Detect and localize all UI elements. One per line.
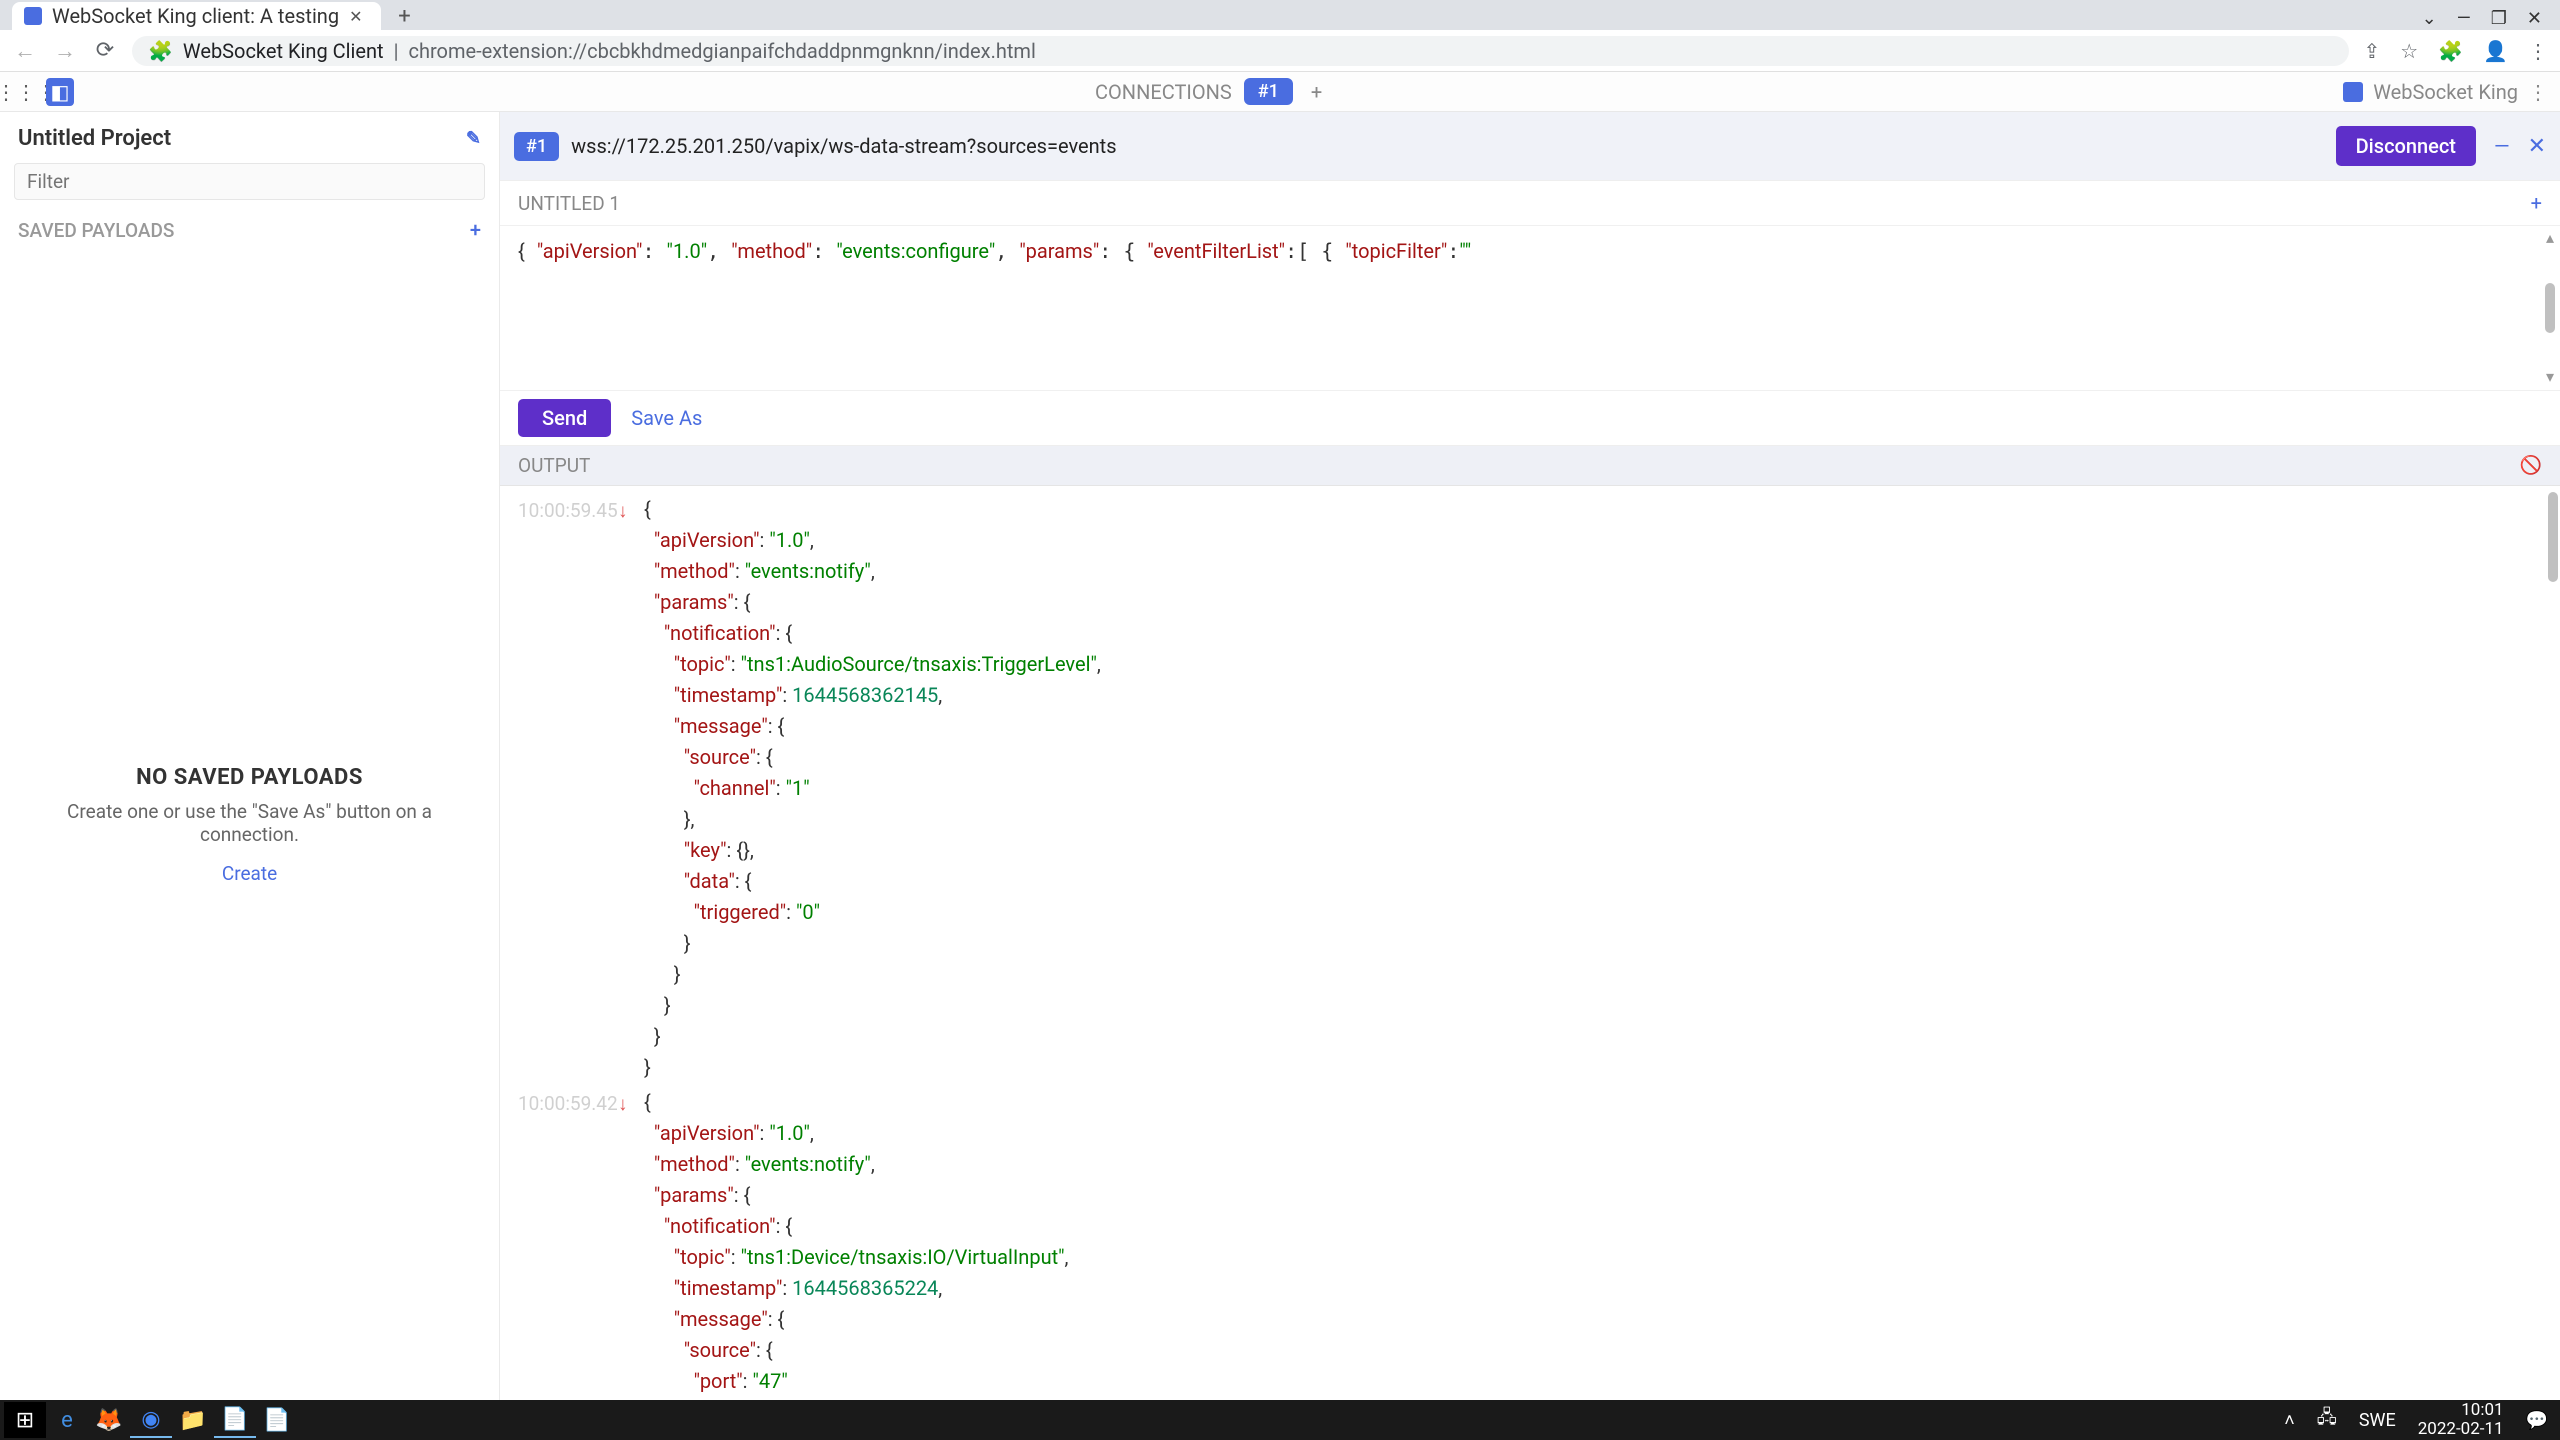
firefox-icon[interactable]: 🦊 bbox=[88, 1402, 130, 1438]
chevron-down-icon[interactable]: ⌄ bbox=[2422, 8, 2437, 29]
profile-icon[interactable]: 👤 bbox=[2483, 39, 2508, 63]
extensions-icon[interactable]: 🧩 bbox=[2438, 39, 2463, 63]
start-button[interactable]: ⊞ bbox=[4, 1402, 46, 1438]
maximize-icon[interactable]: ❐ bbox=[2491, 8, 2507, 29]
connections-label: CONNECTIONS bbox=[1095, 80, 1232, 104]
connection-row: #1 Disconnect — ✕ bbox=[500, 112, 2560, 181]
connection-badge[interactable]: #1 bbox=[514, 132, 559, 161]
address-separator: | bbox=[394, 39, 399, 63]
share-icon[interactable]: ⇪ bbox=[2363, 39, 2380, 63]
window-controls: ⌄ — ❐ ✕ bbox=[2408, 2, 2556, 35]
browser-chrome: WebSocket King client: A testing ✕ + ← →… bbox=[0, 0, 2560, 72]
clock-time: 10:01 bbox=[2418, 1401, 2504, 1420]
save-as-link[interactable]: Save As bbox=[631, 406, 702, 430]
empty-state: NO SAVED PAYLOADS Create one or use the … bbox=[0, 250, 499, 1400]
minimize-icon[interactable]: — bbox=[2457, 8, 2471, 29]
disconnect-button[interactable]: Disconnect bbox=[2336, 126, 2476, 166]
empty-title: NO SAVED PAYLOADS bbox=[136, 765, 363, 790]
output-label: OUTPUT bbox=[518, 454, 590, 477]
output-scrollbar[interactable] bbox=[2548, 492, 2558, 582]
notepad2-icon[interactable]: 📄 bbox=[256, 1402, 298, 1438]
edit-project-icon[interactable]: ✎ bbox=[466, 128, 481, 149]
project-title: Untitled Project bbox=[18, 126, 171, 151]
close-connection-icon[interactable]: ✕ bbox=[2528, 134, 2546, 159]
app-right: WebSocket King ⋮ bbox=[2343, 80, 2548, 104]
payload-header: UNTITLED 1 + bbox=[500, 181, 2560, 226]
tab-bar: WebSocket King client: A testing ✕ + bbox=[0, 0, 2560, 30]
taskbar: ⊞ e 🦊 ◉ 📁 📄 📄 ˄ 🖧 SWE 10:01 2022-02-11 💬 bbox=[0, 1400, 2560, 1440]
create-payload-link[interactable]: Create bbox=[222, 862, 277, 885]
ws-url-input[interactable] bbox=[571, 134, 2324, 158]
edge-icon[interactable]: e bbox=[46, 1402, 88, 1438]
output[interactable]: 10:00:59.45↓{ "apiVersion": "1.0", "meth… bbox=[500, 486, 2560, 1400]
favicon-icon bbox=[24, 7, 42, 25]
add-payload-tab-button[interactable]: + bbox=[2531, 191, 2542, 215]
add-connection-button[interactable]: + bbox=[1305, 80, 1328, 104]
brand-icon bbox=[2343, 82, 2363, 102]
sidebar-toggle-icon[interactable]: ◧ bbox=[46, 78, 74, 106]
address-path: chrome-extension://cbcbkhdmedgianpaifchd… bbox=[408, 39, 1035, 63]
forward-icon[interactable]: → bbox=[52, 38, 78, 64]
tab-close-icon[interactable]: ✕ bbox=[349, 7, 362, 26]
tab-title: WebSocket King client: A testing bbox=[52, 4, 339, 28]
payload-title: UNTITLED 1 bbox=[518, 192, 620, 215]
message-body: { "apiVersion": "1.0", "method": "events… bbox=[644, 1087, 1068, 1400]
file-explorer-icon[interactable]: 📁 bbox=[172, 1402, 214, 1438]
saved-payloads-header: SAVED PAYLOADS + bbox=[0, 210, 499, 250]
app-center: CONNECTIONS #1 + bbox=[80, 78, 2343, 105]
main: Untitled Project ✎ SAVED PAYLOADS + NO S… bbox=[0, 112, 2560, 1400]
minimize-panel-icon[interactable]: — bbox=[2494, 134, 2510, 158]
star-icon[interactable]: ☆ bbox=[2400, 39, 2418, 63]
extension-icon: 🧩 bbox=[148, 39, 173, 63]
output-message: 10:00:59.42↓{ "apiVersion": "1.0", "meth… bbox=[500, 1085, 2560, 1400]
message-timestamp: 10:00:59.42 bbox=[518, 1087, 618, 1118]
tray-chevron-icon[interactable]: ˄ bbox=[2284, 1410, 2295, 1431]
app-bar: ⋮⋮⋮ ◧ CONNECTIONS #1 + WebSocket King ⋮ bbox=[0, 72, 2560, 112]
clear-output-icon[interactable]: 🚫 bbox=[2520, 455, 2542, 476]
editor-scrollbar[interactable]: ▴▾ bbox=[2542, 226, 2558, 390]
brand-menu-icon[interactable]: ⋮ bbox=[2528, 80, 2548, 104]
browser-tab[interactable]: WebSocket King client: A testing ✕ bbox=[12, 2, 381, 30]
filter-input[interactable] bbox=[14, 163, 485, 200]
empty-subtitle: Create one or use the "Save As" button o… bbox=[40, 800, 459, 846]
filter-box bbox=[14, 163, 485, 200]
chrome-icon[interactable]: ◉ bbox=[130, 1402, 172, 1438]
clock-date: 2022-02-11 bbox=[2418, 1420, 2504, 1439]
incoming-arrow-icon: ↓ bbox=[618, 1087, 644, 1118]
payload-editor[interactable]: { "apiVersion": "1.0", "method": "events… bbox=[500, 226, 2560, 391]
menu-icon[interactable]: ⋮ bbox=[2528, 39, 2548, 63]
address-origin: WebSocket King Client bbox=[183, 39, 384, 63]
new-tab-button[interactable]: + bbox=[391, 2, 419, 30]
add-payload-button[interactable]: + bbox=[470, 218, 481, 242]
language-indicator[interactable]: SWE bbox=[2359, 1410, 2396, 1431]
message-timestamp: 10:00:59.45 bbox=[518, 494, 618, 525]
message-body: { "apiVersion": "1.0", "method": "events… bbox=[644, 494, 1101, 1083]
notepad-icon[interactable]: 📄 bbox=[214, 1402, 256, 1438]
reload-icon[interactable]: ⟳ bbox=[92, 38, 118, 64]
taskbar-right: ˄ 🖧 SWE 10:01 2022-02-11 💬 bbox=[2284, 1401, 2556, 1438]
network-icon[interactable]: 🖧 bbox=[2317, 1405, 2337, 1435]
back-icon[interactable]: ← bbox=[12, 38, 38, 64]
close-window-icon[interactable]: ✕ bbox=[2527, 8, 2542, 29]
address-bar[interactable]: 🧩 WebSocket King Client | chrome-extensi… bbox=[132, 36, 2349, 66]
project-header: Untitled Project ✎ bbox=[0, 112, 499, 159]
output-message: 10:00:59.45↓{ "apiVersion": "1.0", "meth… bbox=[500, 492, 2560, 1085]
address-bar-row: ← → ⟳ 🧩 WebSocket King Client | chrome-e… bbox=[0, 30, 2560, 72]
sidebar: Untitled Project ✎ SAVED PAYLOADS + NO S… bbox=[0, 112, 500, 1400]
clock[interactable]: 10:01 2022-02-11 bbox=[2418, 1401, 2504, 1438]
send-row: Send Save As bbox=[500, 391, 2560, 446]
notifications-icon[interactable]: 💬 bbox=[2526, 1410, 2548, 1431]
brand-label: WebSocket King bbox=[2373, 80, 2518, 104]
send-button[interactable]: Send bbox=[518, 399, 611, 437]
saved-payloads-label: SAVED PAYLOADS bbox=[18, 219, 174, 242]
content: #1 Disconnect — ✕ UNTITLED 1 + { "apiVer… bbox=[500, 112, 2560, 1400]
output-header: OUTPUT 🚫 bbox=[500, 446, 2560, 486]
browser-actions: ⇪ ☆ 🧩 👤 ⋮ bbox=[2363, 39, 2548, 63]
incoming-arrow-icon: ↓ bbox=[618, 494, 644, 525]
apps-icon[interactable]: ⋮⋮⋮ bbox=[12, 78, 40, 106]
connection-tab[interactable]: #1 bbox=[1244, 78, 1293, 105]
